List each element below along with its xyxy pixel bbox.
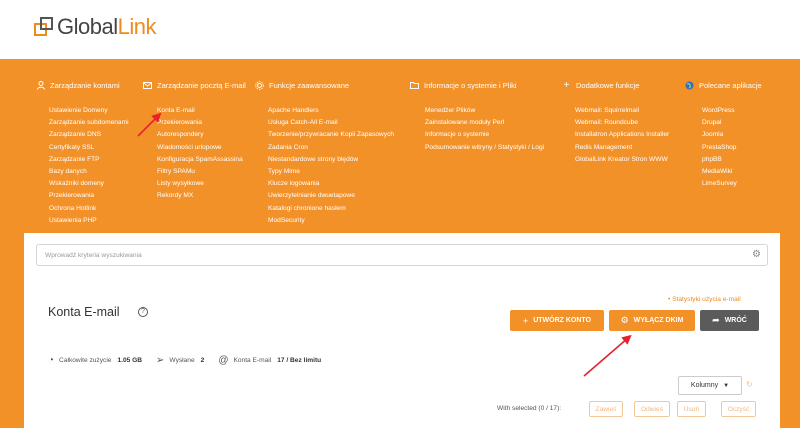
menu-item[interactable]: Wiadomości urlopowe: [157, 142, 246, 154]
menu-item[interactable]: Wskaźniki domeny: [49, 178, 129, 190]
menu-item[interactable]: Webmail: Squirrelmail: [575, 105, 669, 117]
menu-item[interactable]: Zainstalowane moduły Perl: [425, 117, 544, 129]
menu-item[interactable]: Przekierowania: [49, 190, 129, 202]
page-title: Konta E-mail: [48, 305, 120, 319]
refresh-icon[interactable]: ↻: [746, 380, 753, 389]
menu-item[interactable]: Usługa Catch-All E-mail: [268, 117, 394, 129]
menu-heading-apps: Polecane aplikacje: [685, 79, 762, 91]
menu-item[interactable]: MediaWiki: [702, 166, 762, 178]
with-selected-label: With selected (0 / 17):: [497, 405, 562, 412]
menu-item[interactable]: Drupal: [702, 117, 762, 129]
menu-item[interactable]: WordPress: [702, 105, 762, 117]
menu-item[interactable]: phpBB: [702, 154, 762, 166]
menu-heading-extra: + Dodatkowe funkcje: [563, 79, 640, 91]
menu-item[interactable]: Klucze logowania: [268, 178, 394, 190]
menu-column-apps: Polecane aplikacje WordPress Drupal Joom…: [685, 79, 762, 190]
plus-icon: +: [563, 79, 570, 91]
user-icon: [36, 80, 45, 90]
menu-column-extra: + Dodatkowe funkcje Webmail: Squirrelmai…: [562, 79, 670, 166]
annotation-arrow-dkim: [583, 334, 632, 377]
at-sign-icon: @: [218, 355, 229, 366]
menu-item[interactable]: Podsumowanie witryny / Statystyki / Logi: [425, 142, 544, 154]
menu-heading-system: Informacje o systemie i Pliki: [410, 79, 544, 91]
menu-item[interactable]: Typy Mime: [268, 166, 394, 178]
menu-heading-advanced: Funkcje zaawansowane: [255, 79, 394, 91]
envelope-icon: [143, 81, 152, 90]
delete-button[interactable]: Usuń: [677, 401, 706, 417]
menu-item[interactable]: Bazy danych: [49, 166, 129, 178]
logo[interactable]: GlobalLink: [34, 14, 156, 40]
settings-gear-icon[interactable]: ⚙: [752, 249, 761, 260]
folder-icon: [410, 81, 419, 90]
back-label: WRÓĆ: [724, 317, 747, 324]
help-icon[interactable]: ?: [138, 307, 148, 317]
gear-icon: ⚙: [620, 315, 629, 325]
sent-label: Wysłane: [169, 357, 195, 364]
pie-chart-icon: ◔: [48, 355, 55, 366]
logo-mark-icon: [34, 17, 54, 37]
menu-item[interactable]: Autorespondery: [157, 129, 246, 141]
usage-value: 1.05 GB: [117, 357, 143, 364]
top-bar: GlobalLink: [0, 0, 800, 59]
menu-item[interactable]: Konfiguracja SpamAssassina: [157, 154, 246, 166]
menu-item[interactable]: Zadania Cron: [268, 142, 394, 154]
menu-item[interactable]: Menedżer Plików: [425, 105, 544, 117]
columns-dropdown[interactable]: Kolumny ▼: [678, 376, 742, 395]
menu-column-system: Informacje o systemie i Pliki Menedżer P…: [410, 79, 544, 154]
send-icon: ➢: [156, 355, 165, 366]
menu-item[interactable]: PrestaShop: [702, 142, 762, 154]
back-arrow-icon: ➦: [712, 315, 720, 325]
menu-item[interactable]: Filtry SPAMu: [157, 166, 246, 178]
globe-icon: [685, 81, 694, 90]
menu-item[interactable]: Niestandardowe strony błędów: [268, 154, 394, 166]
annotation-arrow-menu: [137, 112, 162, 137]
menu-item[interactable]: GlobalLink Kreator Stron WWW: [575, 154, 669, 166]
menu-item[interactable]: ModSecurity: [268, 215, 394, 227]
plus-icon: +: [522, 315, 529, 326]
caret-down-icon: ▼: [723, 382, 730, 389]
email-usage-stats-link[interactable]: • Statystyki użycia e-mail: [668, 296, 741, 303]
usage-label: Całkowite zużycie: [59, 357, 112, 364]
menu-item[interactable]: Informacje o systemie: [425, 129, 544, 141]
menu-item[interactable]: Przekierowania: [157, 117, 246, 129]
suspend-button[interactable]: Zawieś: [589, 401, 623, 417]
menu-item[interactable]: Zarządzanie DNS: [49, 129, 129, 141]
menu-heading-email: Zarządzanie pocztą E-mail: [143, 79, 246, 91]
menu-item[interactable]: Rekordy MX: [157, 190, 246, 202]
accounts-value: 17 / Bez limitu: [277, 357, 322, 364]
search-input[interactable]: [45, 248, 735, 262]
menu-column-advanced: Funkcje zaawansowane Apache Handlers Usł…: [255, 79, 394, 227]
create-account-label: UTWÓRZ KONTO: [533, 317, 592, 324]
account-stats: ◔ Całkowite zużycie 1.05 GB ➢ Wysłane 2 …: [48, 355, 335, 366]
columns-label: Kolumny: [690, 382, 719, 389]
logo-text: GlobalLink: [57, 14, 156, 39]
menu-item[interactable]: Joomla: [702, 129, 762, 141]
menu-heading-accounts: Zarządzanie kontami: [36, 79, 129, 91]
menu-item[interactable]: Redis Management: [575, 142, 669, 154]
back-button[interactable]: ➦ WRÓĆ: [700, 310, 759, 331]
menu-item[interactable]: Katalogi chronione hasłem: [268, 203, 394, 215]
menu-item[interactable]: Webmail: Roundcube: [575, 117, 669, 129]
menu-item[interactable]: Ustawienia PHP: [49, 215, 129, 227]
sent-value: 2: [200, 357, 205, 364]
menu-item-email-accounts[interactable]: Konta E-mail: [157, 105, 246, 117]
menu-item[interactable]: Tworzenie/przywracanie Kopii Zapasowych: [268, 129, 394, 141]
menu-item[interactable]: Apache Handlers: [268, 105, 394, 117]
menu-item[interactable]: Uwierzytelnianie dwuetapowe: [268, 190, 394, 202]
menu-column-accounts: Zarządzanie kontami Ustawienie Domeny Za…: [36, 79, 129, 227]
menu-item[interactable]: Zarządzanie subdomenami: [49, 117, 129, 129]
menu-item[interactable]: Listy wysyłkowe: [157, 178, 246, 190]
gear-icon: [255, 80, 264, 90]
unsuspend-button[interactable]: Odwieś: [634, 401, 670, 417]
menu-item[interactable]: LimeSurvey: [702, 178, 762, 190]
search-box: ⚙: [36, 244, 768, 266]
disable-dkim-label: WYŁĄCZ DKIM: [633, 317, 684, 324]
accounts-label: Konta E-mail: [233, 357, 272, 364]
menu-item[interactable]: Ochrona Hotlink: [49, 203, 129, 215]
menu-item[interactable]: Zarządzanie FTP: [49, 154, 129, 166]
menu-item[interactable]: Certyfikaty SSL: [49, 142, 129, 154]
menu-item[interactable]: Ustawienie Domeny: [49, 105, 129, 117]
menu-item[interactable]: Installatron Applications Installer: [575, 129, 669, 141]
clear-button[interactable]: Oczyść: [721, 401, 756, 417]
